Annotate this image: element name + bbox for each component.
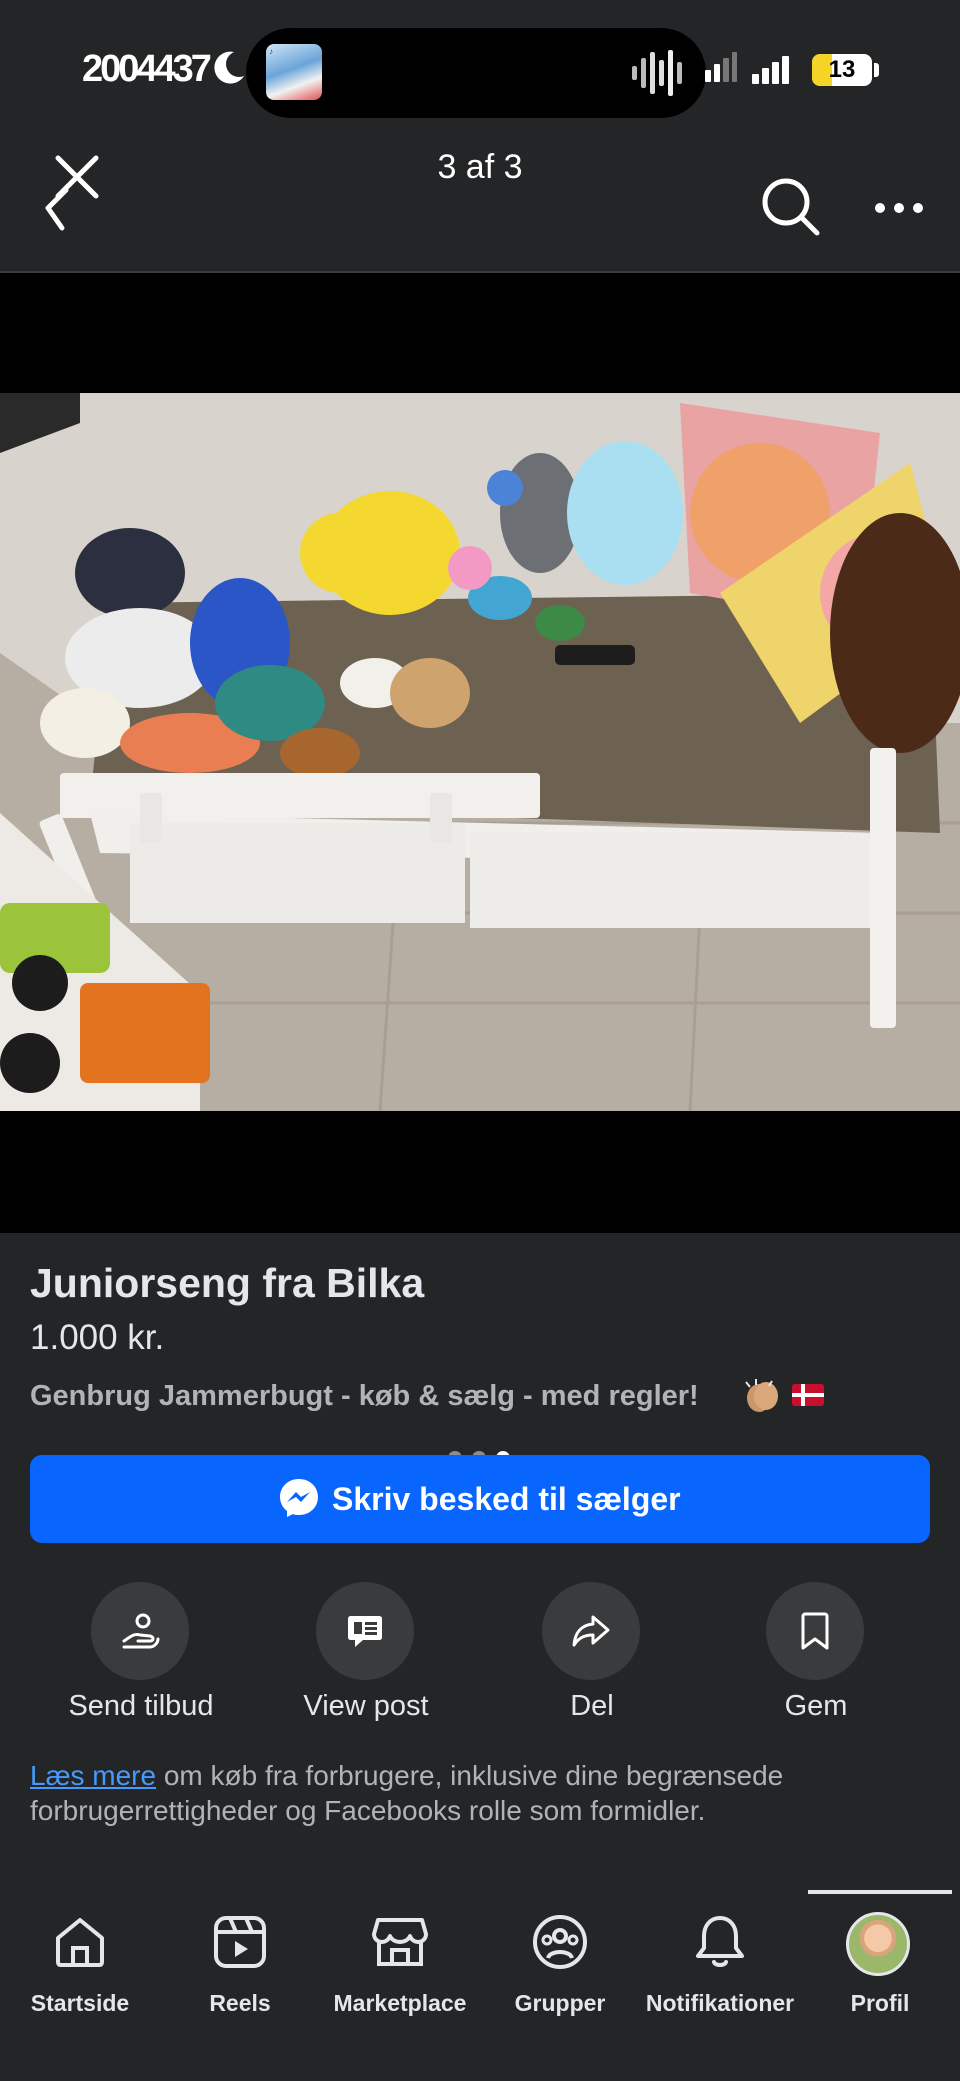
- status-time: 2004437: [82, 48, 212, 90]
- battery-indicator: 13: [812, 54, 872, 86]
- action-label: View post: [303, 1690, 429, 1722]
- now-playing-artwork: ♪: [266, 44, 322, 100]
- listing-price: 1.000 kr.: [30, 1318, 165, 1357]
- nav-label: Startside: [30, 1990, 130, 2016]
- action-label: Send tilbud: [68, 1690, 214, 1722]
- nav-label: Grupper: [514, 1990, 606, 2016]
- danish-flag-icon: [792, 1384, 824, 1406]
- post-icon: [348, 1616, 382, 1647]
- send-offer-button[interactable]: Send tilbud: [41, 1582, 241, 1732]
- messenger-icon: [278, 1477, 320, 1524]
- more-icon: [875, 203, 923, 213]
- clapping-hands-icon: [742, 1378, 782, 1419]
- bell-icon: [696, 1916, 744, 1967]
- moon-icon: [212, 50, 246, 91]
- bookmark-icon: [801, 1612, 829, 1650]
- message-seller-button[interactable]: Skriv besked til sælger: [30, 1455, 930, 1543]
- save-button[interactable]: Gem: [716, 1582, 916, 1732]
- dynamic-island: ♪: [246, 28, 706, 118]
- avatar: [846, 1912, 910, 1976]
- groups-icon: [533, 1915, 587, 1969]
- photo-gallery[interactable]: [0, 273, 960, 1465]
- active-tab-indicator: [808, 1890, 952, 1894]
- cellular-signal-icon: [705, 52, 737, 87]
- home-icon: [56, 1918, 104, 1967]
- nav-groups[interactable]: Grupper: [480, 1912, 640, 2022]
- message-seller-label: Skriv besked til sælger: [332, 1481, 681, 1517]
- reels-icon: [214, 1916, 266, 1968]
- action-label: Del: [570, 1690, 614, 1722]
- listing-group-link[interactable]: Genbrug Jammerbugt - køb & sælg - med re…: [30, 1380, 699, 1413]
- search-button[interactable]: [760, 176, 822, 238]
- nav-profile[interactable]: Profil: [800, 1912, 960, 2022]
- status-bar: 2004437 ♪ 13: [0, 0, 960, 140]
- nav-notifications[interactable]: Notifikationer: [640, 1912, 800, 2022]
- consumer-disclaimer: Læs mere om køb fra forbrugere, inklusiv…: [30, 1758, 910, 1828]
- share-icon: [572, 1615, 610, 1647]
- nav-label: Reels: [209, 1990, 271, 2016]
- share-button[interactable]: Del: [492, 1582, 692, 1732]
- offer-icon: [122, 1613, 160, 1649]
- search-icon: [762, 178, 820, 236]
- nav-marketplace[interactable]: Marketplace: [320, 1912, 480, 2022]
- action-label: Gem: [784, 1690, 848, 1722]
- battery-level: 13: [828, 56, 856, 83]
- nav-label: Marketplace: [333, 1990, 467, 2016]
- waveform-icon: [630, 48, 690, 103]
- nav-reels[interactable]: Reels: [160, 1912, 320, 2022]
- marketplace-icon: [372, 1918, 428, 1966]
- listing-photo[interactable]: [0, 393, 960, 1111]
- page-title: 3 af 3: [437, 148, 523, 186]
- close-icon: [45, 155, 99, 231]
- close-button[interactable]: [38, 146, 108, 236]
- nav-home[interactable]: Startside: [0, 1912, 160, 2022]
- view-post-button[interactable]: View post: [266, 1582, 466, 1732]
- read-more-link[interactable]: Læs mere: [30, 1760, 156, 1791]
- second-signal-icon: [752, 56, 798, 89]
- nav-label: Profil: [850, 1990, 910, 2016]
- nav-label: Notifikationer: [645, 1990, 795, 2016]
- more-options-button[interactable]: [874, 196, 924, 220]
- listing-title: Juniorseng fra Bilka: [30, 1260, 425, 1306]
